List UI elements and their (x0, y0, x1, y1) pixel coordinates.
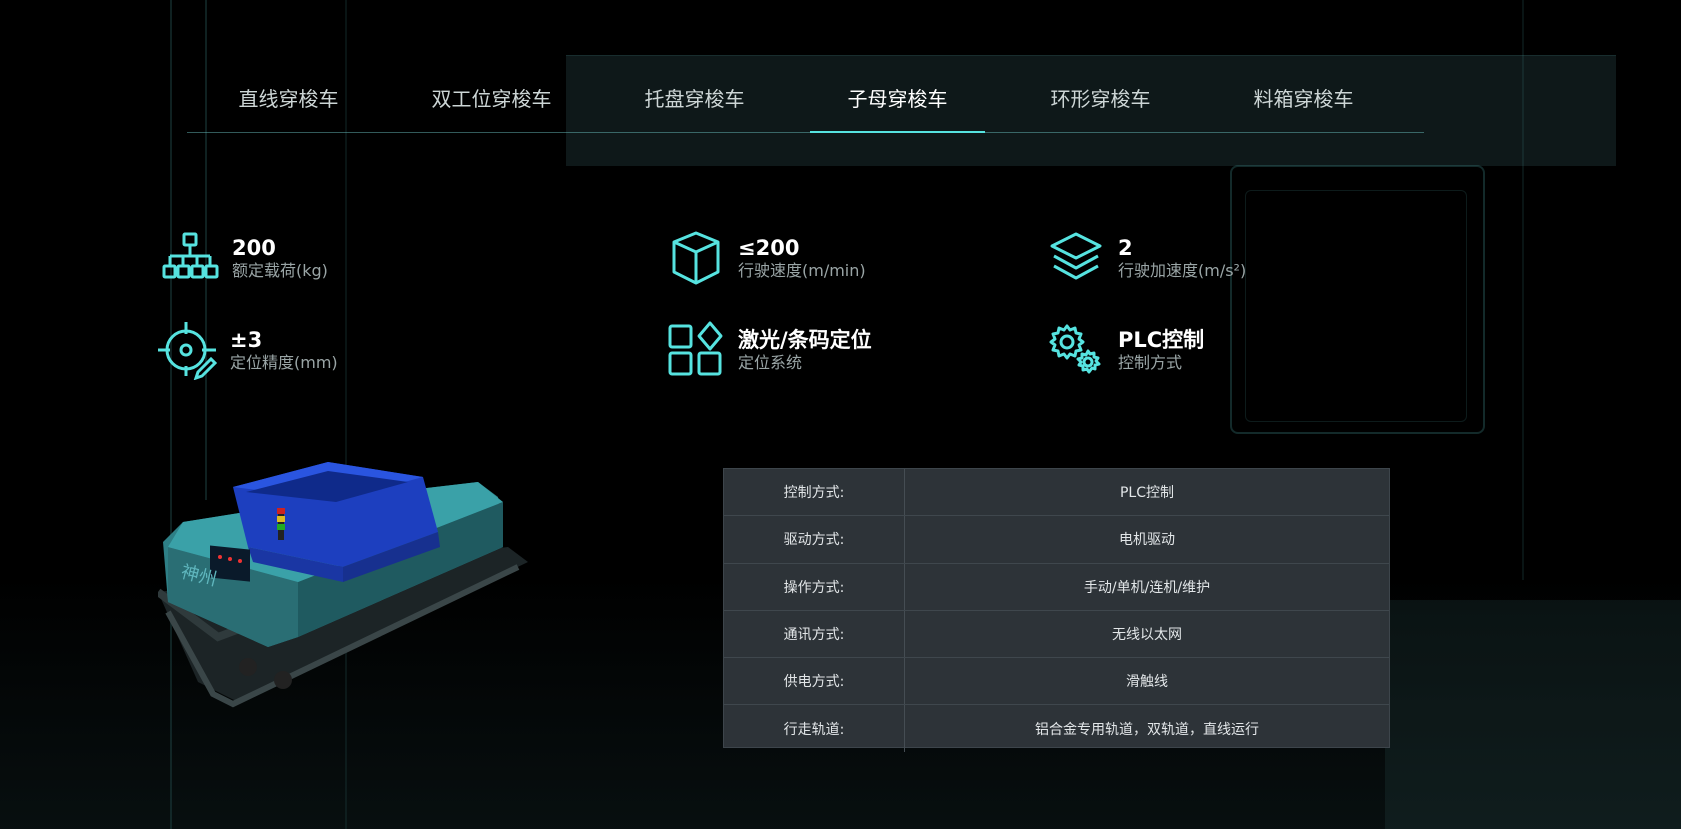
product-tabs: 直线穿梭车 双工位穿梭车 托盘穿梭车 子母穿梭车 环形穿梭车 料箱穿梭车 (187, 62, 1424, 133)
spec-key: 驱动方式: (724, 516, 905, 563)
stat-rated-load: 200 额定载荷(kg) (160, 228, 328, 288)
target-pencil-icon (158, 320, 218, 380)
spec-key: 控制方式: (724, 469, 905, 516)
stat-value: 2 (1118, 236, 1133, 260)
spec-table: 控制方式: PLC控制 驱动方式: 电机驱动 操作方式: 手动/单机/连机/维护… (723, 468, 1390, 752)
spec-value: 电机驱动 (1119, 532, 1175, 549)
stat-positioning-accuracy: ±3 定位精度(mm) (158, 320, 338, 380)
spec-key: 供电方式: (724, 658, 905, 705)
table-row: 通讯方式: 无线以太网 (724, 610, 1389, 659)
tab-mother-child-shuttle[interactable]: 子母穿梭车 (796, 62, 999, 133)
stat-label: 控制方式 (1118, 353, 1183, 372)
spec-value: 滑触线 (1126, 674, 1168, 691)
spec-key: 行走轨道: (724, 705, 905, 752)
tab-tote-shuttle[interactable]: 料箱穿梭车 (1202, 62, 1405, 132)
stat-label: 额定载荷(kg) (232, 261, 328, 280)
table-row: 操作方式: 手动/单机/连机/维护 (724, 563, 1389, 611)
stat-value: ±3 (230, 328, 263, 352)
spec-value: 手动/单机/连机/维护 (1083, 579, 1211, 596)
background-frame (1230, 165, 1485, 434)
tab-pallet-shuttle[interactable]: 托盘穿梭车 (593, 62, 796, 132)
spec-value: 铝合金专用轨道，双轨道，直线运行 (1035, 721, 1259, 738)
stat-control-mode: PLC控制 控制方式 (1046, 320, 1204, 380)
stat-label: 定位系统 (738, 353, 803, 372)
tab-dual-station-shuttle[interactable]: 双工位穿梭车 (390, 62, 593, 132)
stat-label: 行驶加速度(m/s²) (1118, 261, 1247, 280)
spec-value: PLC控制 (1119, 485, 1175, 502)
spec-key: 操作方式: (724, 563, 905, 610)
gears-icon (1046, 320, 1106, 380)
org-chart-icon (160, 228, 220, 288)
background-box (1385, 600, 1681, 829)
stat-label: 定位精度(mm) (230, 353, 338, 372)
stat-value: PLC控制 (1118, 328, 1205, 352)
table-row: 供电方式: 滑触线 (724, 658, 1389, 706)
table-row: 控制方式: PLC控制 (724, 469, 1389, 517)
stat-positioning-system: 激光/条码定位 定位系统 (666, 320, 872, 380)
shuttle-car-image: 神州 (155, 462, 534, 712)
tab-linear-shuttle[interactable]: 直线穿梭车 (187, 62, 390, 132)
stat-value: 激光/条码定位 (738, 328, 872, 352)
spec-value: 无线以太网 (1112, 627, 1182, 644)
cube-icon (666, 228, 726, 288)
stat-acceleration: 2 行驶加速度(m/s²) (1046, 228, 1246, 288)
background-line (1522, 0, 1524, 580)
stat-travel-speed: ≤200 行驶速度(m/min) (666, 228, 866, 288)
layers-icon (1046, 228, 1106, 288)
background-frame-inner (1245, 190, 1467, 422)
tab-ring-shuttle[interactable]: 环形穿梭车 (999, 62, 1202, 132)
stat-value: 200 (232, 236, 276, 260)
table-row: 行走轨道: 铝合金专用轨道，双轨道，直线运行 (724, 705, 1389, 752)
stat-label: 行驶速度(m/min) (738, 261, 866, 280)
grid-diamond-icon (666, 320, 726, 380)
stat-value: ≤200 (738, 236, 800, 260)
table-row: 驱动方式: 电机驱动 (724, 516, 1389, 564)
spec-key: 通讯方式: (724, 610, 905, 658)
